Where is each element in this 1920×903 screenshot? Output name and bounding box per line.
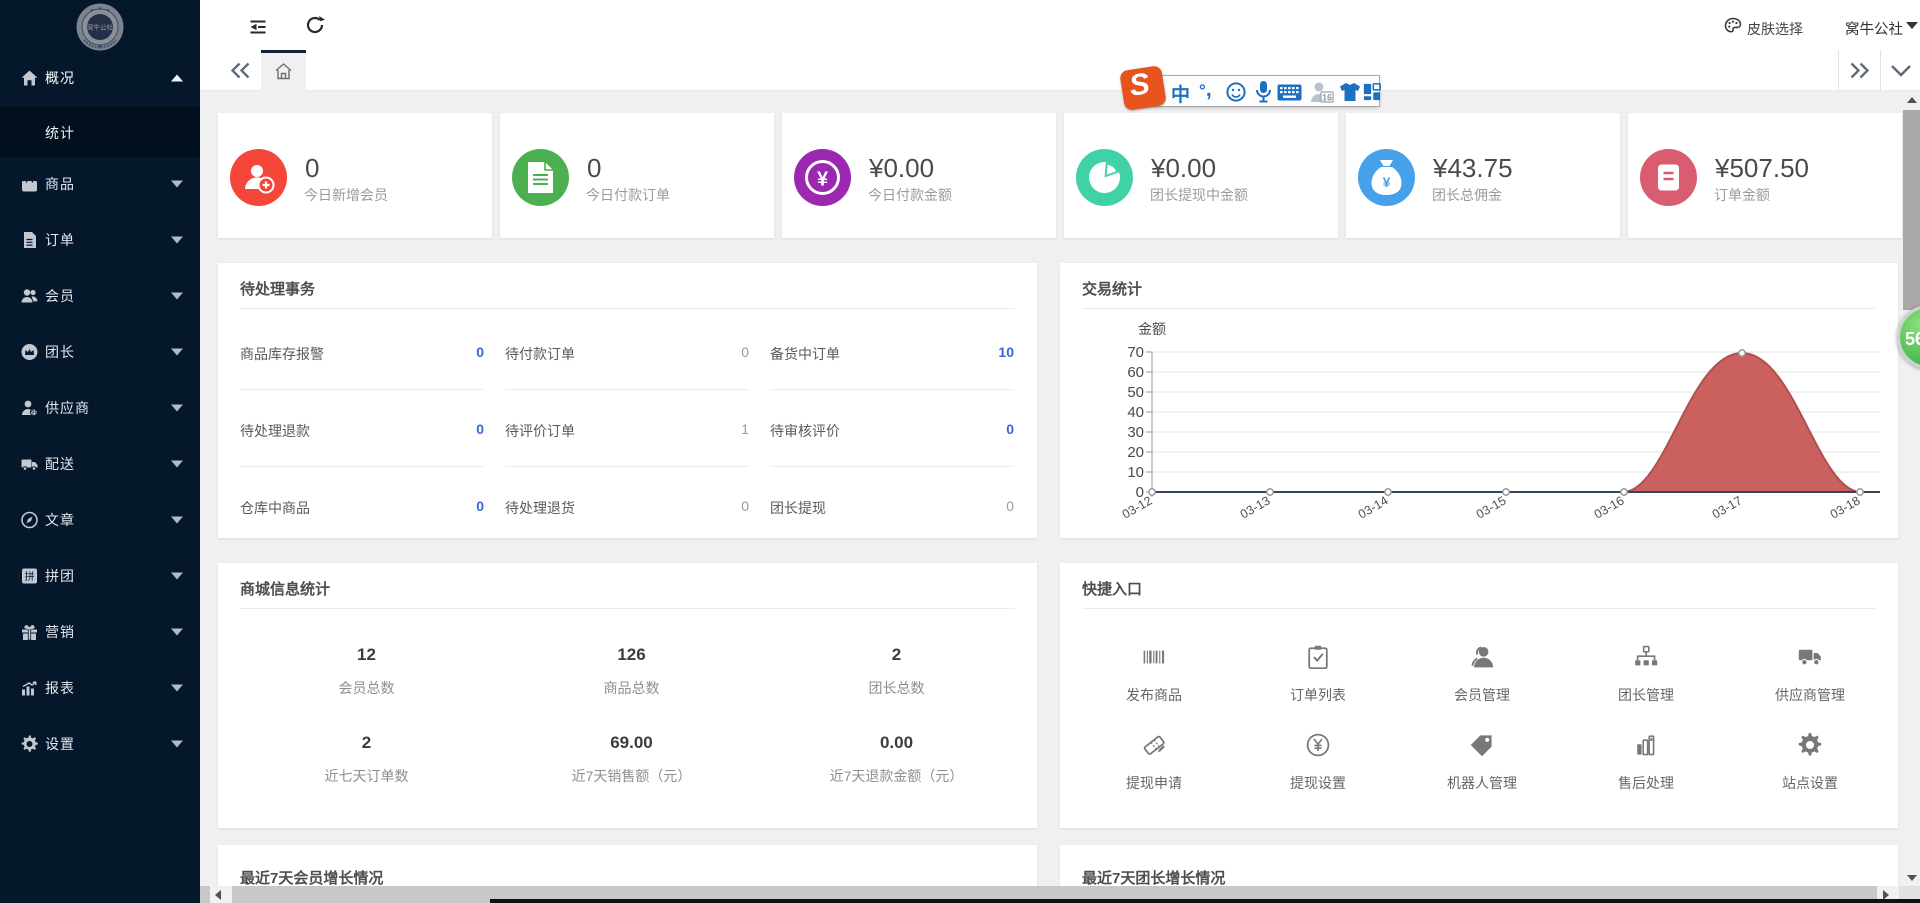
svg-text:10: 10 xyxy=(1127,464,1144,481)
svg-text:¥: ¥ xyxy=(817,169,829,191)
svg-text:03-15: 03-15 xyxy=(1474,493,1509,521)
svg-text:16: 16 xyxy=(1322,93,1332,103)
svg-text:60: 60 xyxy=(1127,364,1144,381)
svg-text:03-16: 03-16 xyxy=(1592,493,1627,521)
svg-text:拼: 拼 xyxy=(25,570,35,583)
svg-text:03-18: 03-18 xyxy=(1828,493,1863,521)
svg-text:供: 供 xyxy=(31,408,37,416)
svg-text:50: 50 xyxy=(1127,384,1144,401)
svg-text:窝牛公社: 窝牛公社 xyxy=(87,23,114,32)
svg-text:¥: ¥ xyxy=(1383,174,1391,190)
svg-text:03-13: 03-13 xyxy=(1238,493,1273,521)
svg-text:40: 40 xyxy=(1127,404,1144,421)
svg-text:03-14: 03-14 xyxy=(1356,493,1391,521)
svg-text:30: 30 xyxy=(1127,424,1144,441)
svg-text:70: 70 xyxy=(1127,344,1144,361)
svg-text:03-17: 03-17 xyxy=(1710,493,1745,521)
svg-text:金额: 金额 xyxy=(1138,321,1166,337)
svg-text:20: 20 xyxy=(1127,444,1144,461)
